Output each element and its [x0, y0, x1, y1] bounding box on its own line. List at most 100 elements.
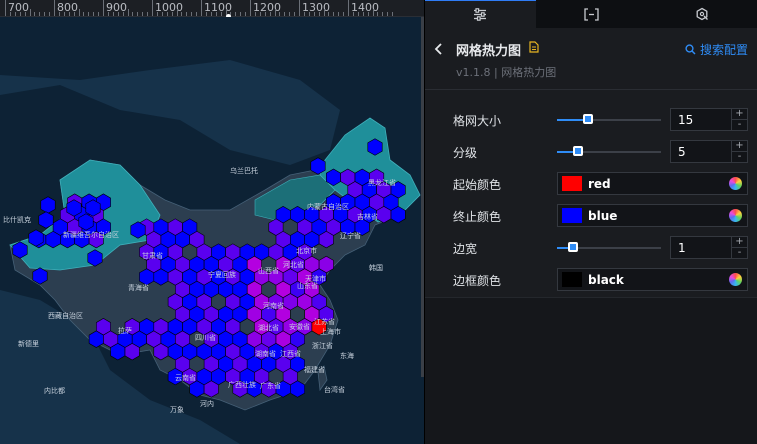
slider-handle[interactable] — [567, 242, 578, 252]
map-region-label: 河南省 — [263, 301, 284, 310]
ruler-tick — [34, 12, 36, 16]
color-wheel-icon[interactable] — [729, 273, 742, 286]
ruler-tick — [308, 12, 310, 16]
ruler-tick — [318, 12, 320, 16]
border-width-slider[interactable] — [557, 242, 661, 252]
border-width-value[interactable]: 1 — [678, 241, 686, 255]
ruler-tick — [367, 12, 369, 16]
config-panel: 网格热力图 搜索配置 v1.1.8 | 网格热力图 格网大小 15 + - 分级… — [425, 0, 757, 444]
ruler-tick — [166, 12, 168, 16]
levels-stepper[interactable]: 5 + - — [670, 140, 748, 163]
prop-border-width: 边宽 1 + - — [425, 232, 757, 264]
map-region-label: 辽宁省 — [340, 231, 361, 240]
ruler-tick-label: 1400 — [351, 1, 379, 14]
document-icon[interactable] — [529, 41, 539, 53]
grid-size-stepper[interactable]: 15 + - — [670, 108, 748, 131]
search-config-link[interactable]: 搜索配置 — [685, 41, 748, 58]
end-color-label: 终止颜色 — [453, 210, 502, 224]
map-region-label: 青海省 — [128, 283, 149, 292]
ruler-tick — [191, 12, 193, 16]
slider-handle[interactable] — [583, 114, 594, 124]
panel-tabs — [425, 0, 757, 28]
ruler-tick — [392, 12, 394, 16]
refresh-icon — [696, 7, 708, 21]
ruler-tick — [259, 12, 261, 16]
ruler-tick — [387, 12, 389, 16]
ruler-tick — [117, 12, 119, 16]
ruler-tick — [152, 0, 153, 16]
color-swatch[interactable] — [562, 208, 582, 223]
slider-handle[interactable] — [572, 146, 583, 156]
prop-end-color: 终止颜色 blue — [425, 200, 757, 232]
map-region-label: 黑龙江省 — [368, 178, 396, 187]
ruler-tick — [215, 12, 217, 16]
ruler-tick — [132, 12, 134, 16]
ruler-tick — [54, 0, 55, 16]
chevron-left-icon[interactable] — [433, 42, 445, 56]
color-value[interactable]: blue — [588, 209, 617, 223]
start-color-picker[interactable]: red — [557, 172, 748, 195]
ruler-tick — [279, 12, 281, 16]
levels-value[interactable]: 5 — [678, 145, 686, 159]
border-color-picker[interactable]: black — [557, 268, 748, 291]
decrement-button[interactable]: - — [732, 247, 747, 258]
decrement-button[interactable]: - — [732, 151, 747, 162]
ruler-tick — [176, 9, 178, 16]
tab-data[interactable] — [535, 0, 647, 28]
map-region-label: 湖北省 — [258, 323, 279, 332]
map-region-label: 内蒙古自治区 — [307, 202, 349, 211]
map-region-label: 新疆维吾尔自治区 — [63, 230, 119, 239]
grid-size-slider[interactable] — [557, 114, 661, 124]
prop-start-color: 起始颜色 red — [425, 168, 757, 200]
ruler-tick — [348, 0, 349, 16]
tab-interaction[interactable] — [646, 0, 757, 28]
horizontal-ruler: 700 800 900 1000 1100 1200 1300 1400 — [0, 0, 424, 19]
ruler-tick — [68, 12, 70, 16]
border-width-stepper[interactable]: 1 + - — [670, 236, 748, 259]
bracket-icon — [583, 7, 599, 21]
ruler-tick — [49, 12, 51, 16]
ruler-tick — [269, 12, 271, 16]
color-swatch[interactable] — [562, 176, 582, 191]
decrement-button[interactable]: - — [732, 119, 747, 130]
map-region-label: 宁夏回族 — [208, 270, 236, 279]
ruler-tick — [274, 9, 276, 16]
ruler-tick-label: 800 — [57, 1, 78, 14]
end-color-picker[interactable]: blue — [557, 204, 748, 227]
ruler-tick — [220, 12, 222, 16]
border-width-label: 边宽 — [453, 242, 478, 256]
start-color-label: 起始颜色 — [453, 178, 502, 192]
map-region-label: 乌兰巴托 — [230, 166, 258, 175]
color-value[interactable]: black — [588, 273, 624, 287]
ruler-tick — [338, 12, 340, 16]
color-wheel-icon[interactable] — [729, 209, 742, 222]
increment-button[interactable]: + — [732, 141, 747, 151]
map-region-label: 山东省 — [297, 281, 318, 290]
property-list: 格网大小 15 + - 分级 5 + - 起始颜色 red 终止颜色 blue … — [425, 90, 757, 296]
increment-button[interactable]: + — [732, 237, 747, 247]
map-region-label: 吉林省 — [357, 212, 378, 221]
increment-button[interactable]: + — [732, 109, 747, 119]
tab-style[interactable] — [425, 0, 536, 28]
map-region-label: 万象 — [170, 405, 184, 414]
ruler-tick — [294, 12, 296, 16]
map-region-label: 江西省 — [280, 349, 301, 358]
ruler-tick-label: 1200 — [253, 1, 281, 14]
color-value[interactable]: red — [588, 177, 611, 191]
ruler-tick — [362, 12, 364, 16]
color-swatch[interactable] — [562, 272, 582, 287]
grid-size-value[interactable]: 15 — [678, 113, 693, 127]
map-region-label: 广西壮族 — [228, 380, 256, 389]
ruler-tick — [103, 0, 104, 16]
map-region-label: 比什凯克 — [3, 215, 31, 224]
ruler-tick — [250, 0, 251, 16]
map-region-label: 浙江省 — [312, 341, 333, 350]
map-canvas[interactable]: 700 800 900 1000 1100 1200 1300 1400 乌兰巴托内蒙古自治区… — [0, 0, 424, 444]
map-region-label: 安徽省 — [289, 322, 310, 331]
ruler-tick — [299, 0, 300, 16]
ruler-tick — [142, 12, 144, 16]
prop-border-color: 边框颜色 black — [425, 264, 757, 296]
color-wheel-icon[interactable] — [729, 177, 742, 190]
ruler-tick — [186, 12, 188, 16]
levels-slider[interactable] — [557, 146, 661, 156]
